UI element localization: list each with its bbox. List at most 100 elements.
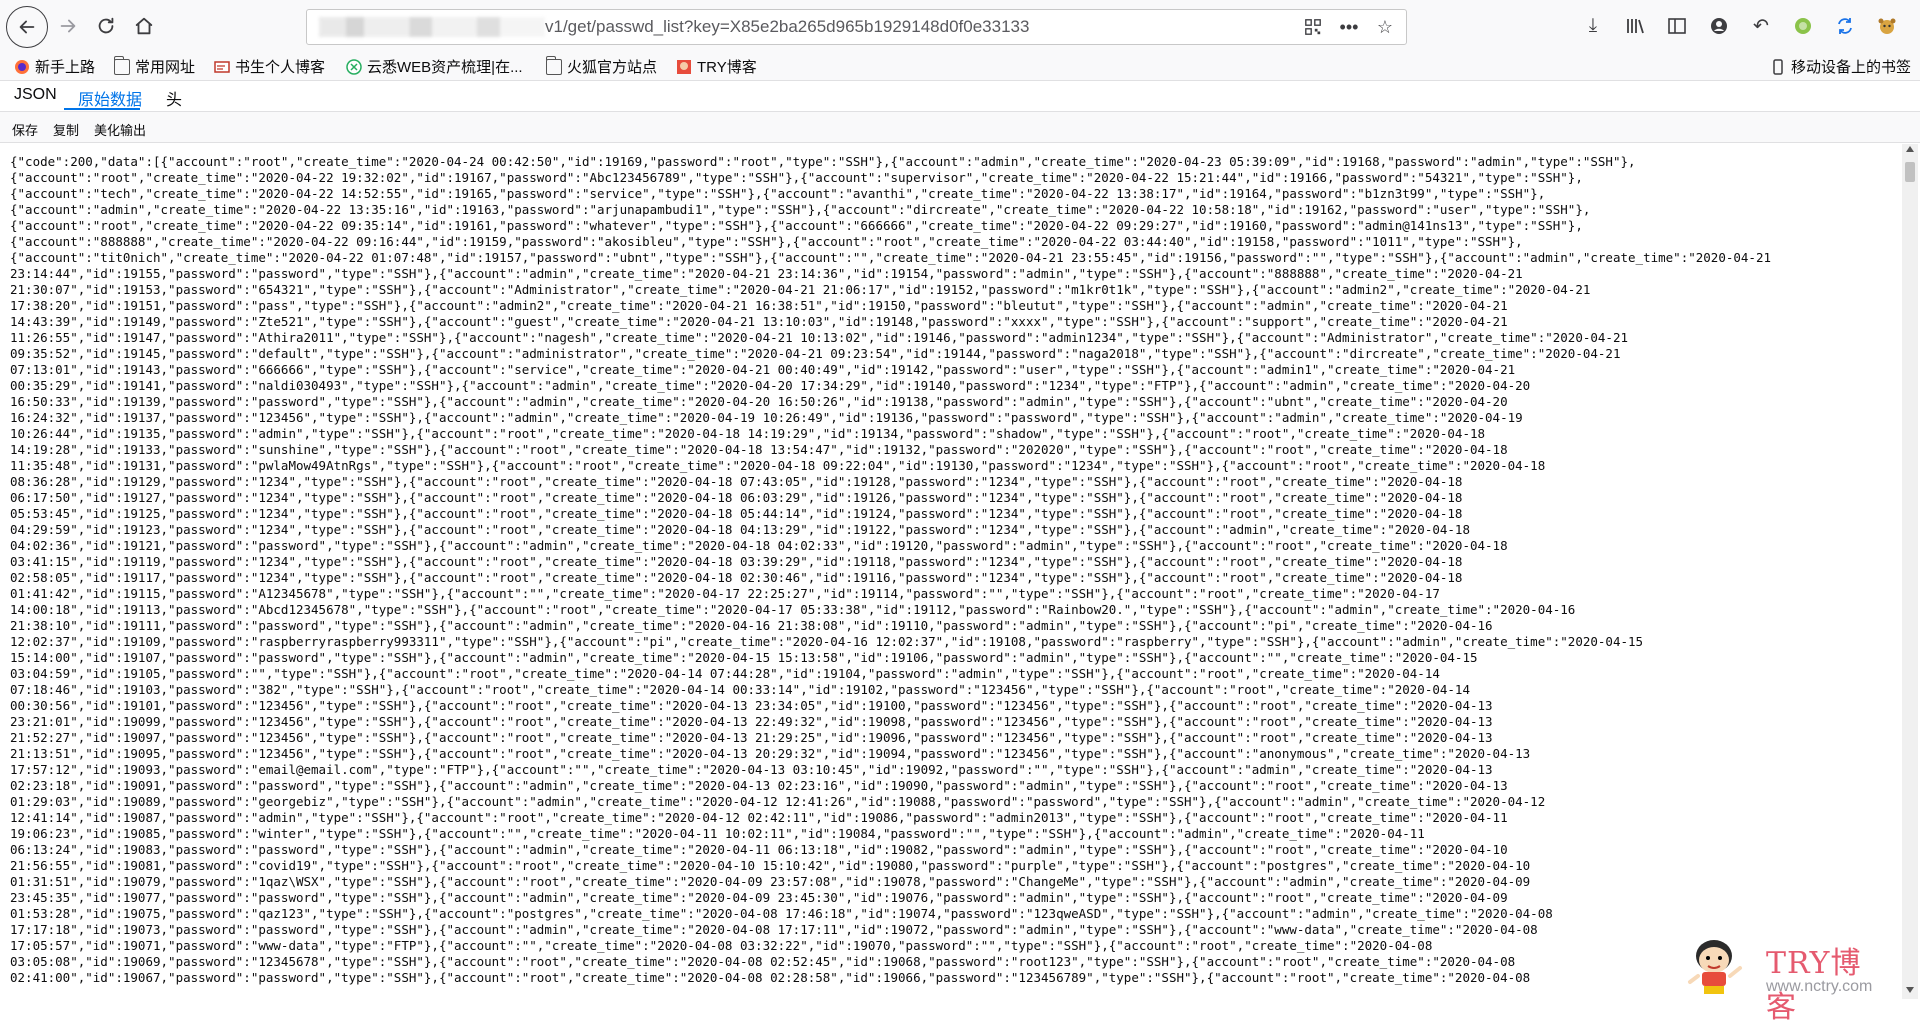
site-icon [214,59,230,75]
qr-code-icon[interactable] [1300,14,1326,40]
download-icon[interactable]: ⤓ [1576,10,1610,42]
raw-line: 09:35:52","id":19145,"password":"default… [10,346,1621,361]
avatar-icon[interactable] [1870,10,1904,42]
url-text[interactable]: v1/get/passwd_list?key=X85e2ba265d965b19… [545,17,1029,37]
bookmarks-bar: 新手上路 常用网址 书生个人博客 云悉WEB资产梳理|在... 火狐官方站点 T… [0,52,1920,81]
raw-line: 17:57:12","id":19093,"password":"email@e… [10,762,1493,777]
raw-line: 15:14:00","id":19107,"password":"passwor… [10,650,1478,665]
viewer-tabs: JSON 原始数据 头 [0,81,1920,112]
undo-icon[interactable]: ↶ [1744,10,1778,42]
raw-line: 01:53:28","id":19075,"password":"qaz123"… [10,906,1553,921]
extension-icon[interactable] [1786,10,1820,42]
raw-line: 16:50:33","id":19139,"password":"passwor… [10,394,1508,409]
raw-line: 17:38:20","id":19151,"password":"pass","… [10,298,1508,313]
scrollbar[interactable] [1902,144,1918,999]
raw-line: 11:26:55","id":19147,"password":"Athira2… [10,330,1629,345]
raw-line: 02:23:18","id":19091,"password":"passwor… [10,778,1508,793]
raw-line: 14:19:28","id":19133,"password":"sunshin… [10,442,1508,457]
raw-line: 00:30:56","id":19101,"password":"123456"… [10,698,1493,713]
raw-line: 03:05:08","id":19069,"password":"1234567… [10,954,1516,969]
raw-line: 14:00:18","id":19113,"password":"Abcd123… [10,602,1576,617]
raw-line: 06:13:24","id":19083,"password":"passwor… [10,842,1508,857]
folder-icon [113,55,130,75]
raw-line: 19:06:23","id":19085,"password":"winter"… [10,826,1425,841]
copy-button[interactable]: 复制 [53,120,79,139]
sync-icon[interactable] [1828,10,1862,42]
bookmark-label: 移动设备上的书签 [1791,59,1912,76]
watermark: TRY博客 www.nctry.com [1680,934,1890,1025]
account-icon[interactable] [1702,10,1736,42]
tab-raw-data[interactable]: 原始数据 [78,86,142,110]
raw-line: 21:13:51","id":19095,"password":"123456"… [10,746,1531,761]
raw-line: 11:35:48","id":19131,"password":"pwlaMow… [10,458,1546,473]
raw-line: {"account":"root","create_time":"2020-04… [10,170,1583,185]
back-icon[interactable] [6,6,48,48]
scroll-thumb[interactable] [1905,162,1915,182]
raw-data-content[interactable]: {"code":200,"data":[{"account":"root","c… [10,154,1890,986]
folder-icon [545,55,562,75]
pretty-print-button[interactable]: 美化输出 [94,120,146,139]
raw-line: 10:26:44","id":19135,"password":"admin",… [10,426,1486,441]
raw-line: 04:29:59","id":19123,"password":"1234","… [10,522,1470,537]
raw-line: 23:21:01","id":19099,"password":"123456"… [10,714,1493,729]
forward-icon[interactable] [50,8,86,44]
url-bar[interactable]: v1/get/passwd_list?key=X85e2ba265d965b19… [306,9,1407,45]
active-tab-indicator [64,108,140,110]
bookmark-shusheng[interactable]: 书生个人博客 [214,56,325,77]
raw-line: 16:24:32","id":19137,"password":"123456"… [10,410,1523,425]
raw-line: 06:17:50","id":19127,"password":"1234","… [10,490,1463,505]
raw-line: 08:36:28","id":19129,"password":"1234","… [10,474,1463,489]
raw-line: {"account":"tech","create_time":"2020-04… [10,186,1546,201]
viewer-actions: 保存 复制 美化输出 [0,112,1920,143]
bookmark-label: 火狐官方站点 [567,59,658,76]
raw-line: 21:52:27","id":19097,"password":"123456"… [10,730,1493,745]
raw-line: {"account":"tit0nich","create_time":"202… [10,250,1771,265]
save-button[interactable]: 保存 [12,120,38,139]
raw-line: 03:04:59","id":19105,"password":"","type… [10,666,1440,681]
more-icon[interactable]: ••• [1336,14,1362,40]
raw-line: 01:41:42","id":19115,"password":"A123456… [10,586,1440,601]
home-icon[interactable] [126,8,162,44]
tab-headers[interactable]: 头 [166,86,182,110]
bookmark-folder-firefox[interactable]: 火狐官方站点 [545,55,658,77]
scroll-down-icon[interactable] [1906,987,1914,993]
raw-line: 21:56:55","id":19081,"password":"covid19… [10,858,1531,873]
raw-line: 12:41:14","id":19087,"password":"admin",… [10,810,1508,825]
bookmark-mobile[interactable]: 移动设备上的书签 [1770,56,1911,77]
raw-line: 03:41:15","id":19119,"password":"1234","… [10,554,1463,569]
raw-line: {"account":"root","create_time":"2020-04… [10,218,1583,233]
raw-line: 02:41:00","id":19067,"password":"passwor… [10,970,1531,985]
bookmark-label: TRY博客 [697,59,757,76]
raw-line: 07:18:46","id":19103,"password":"382","t… [10,682,1470,697]
bookmark-label: 书生个人博客 [235,59,326,76]
mobile-icon [1770,58,1786,75]
firefox-icon [14,59,30,75]
raw-line: 17:17:18","id":19073,"password":"passwor… [10,922,1538,937]
scroll-up-icon[interactable] [1906,146,1914,152]
raw-line: 07:13:01","id":19143,"password":"666666"… [10,362,1516,377]
bookmark-yunxi[interactable]: 云悉WEB资产梳理|在... [346,56,523,77]
menu-icon[interactable]: ☰ [1912,10,1920,42]
bookmark-label: 常用网址 [135,59,196,76]
bookmark-folder-common[interactable]: 常用网址 [113,55,196,77]
watermark-url: www.nctry.com [1766,978,1873,995]
raw-line: 14:43:39","id":19149,"password":"Zte521"… [10,314,1508,329]
raw-line: 17:05:57","id":19071,"password":"www-dat… [10,938,1433,953]
raw-line: {"account":"888888","create_time":"2020-… [10,234,1523,249]
site-icon [346,58,362,75]
bookmark-label: 新手上路 [35,59,96,76]
raw-line: 01:29:03","id":19089,"password":"georgeb… [10,794,1546,809]
raw-line: 12:02:37","id":19109,"password":"raspber… [10,634,1644,649]
bookmark-try[interactable]: TRY博客 [676,56,757,77]
redacted-host [319,17,545,37]
raw-line: {"code":200,"data":[{"account":"root","c… [10,154,1636,169]
library-icon[interactable] [1618,10,1652,42]
raw-line: 00:35:29","id":19141,"password":"naldi03… [10,378,1531,393]
raw-line: 04:02:36","id":19121,"password":"passwor… [10,538,1508,553]
bookmark-firefox[interactable]: 新手上路 [14,56,95,77]
reload-icon[interactable] [88,8,124,44]
sidebar-icon[interactable] [1660,10,1694,42]
tab-json[interactable]: JSON [14,86,57,104]
bookmark-star-icon[interactable]: ☆ [1372,14,1398,40]
raw-line: {"account":"admin","create_time":"2020-0… [10,202,1591,217]
